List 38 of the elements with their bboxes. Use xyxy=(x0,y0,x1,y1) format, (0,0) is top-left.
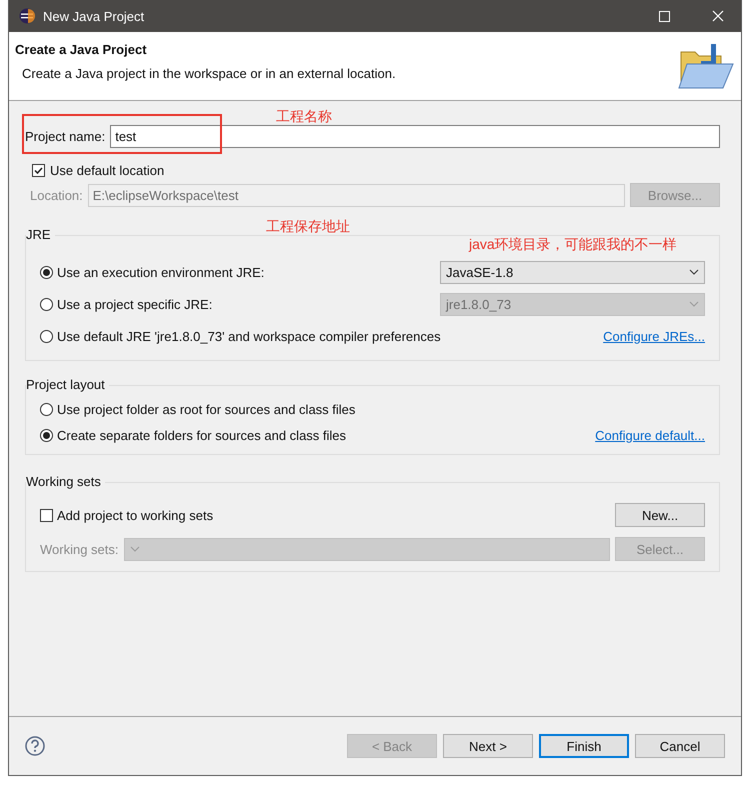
dialog-button[interactable]: Cancel xyxy=(635,734,725,758)
radio-button[interactable] xyxy=(40,330,53,342)
annotation-text: java环境目录，可能跟我的不一样 xyxy=(469,236,677,252)
checkbox-label: Add project to working sets xyxy=(57,508,214,522)
radio-label: Create separate folders for sources and class files xyxy=(57,428,348,442)
caret-icon xyxy=(130,546,140,552)
page-title: Create a Java Project xyxy=(15,42,148,57)
project-name-field[interactable]: test xyxy=(110,125,720,148)
close-icon[interactable] xyxy=(712,10,724,22)
radio-button[interactable] xyxy=(40,428,53,442)
field-label: Project name: xyxy=(25,129,106,144)
group-title: Project layout xyxy=(26,377,109,392)
radio-button[interactable] xyxy=(40,402,53,416)
annotation-text: 工程保存地址 xyxy=(266,218,350,234)
radio-button[interactable] xyxy=(40,266,53,278)
radio-label: Use an execution environment JRE: xyxy=(57,264,266,280)
radio-label: Use a project specific JRE: xyxy=(57,296,214,312)
group-title: Working sets xyxy=(26,474,105,489)
caret-icon xyxy=(689,301,699,307)
eclipse-icon xyxy=(19,8,35,24)
dialog-button[interactable]: Finish xyxy=(539,734,629,758)
group-title: JRE xyxy=(26,227,55,242)
page-description: Create a Java project in the workspace or in an external location. xyxy=(21,66,397,81)
caret-icon xyxy=(689,269,699,275)
jre-dropdown[interactable]: JavaSE-1.8 xyxy=(440,260,705,284)
checkbox-label: Use default location xyxy=(50,163,164,178)
field-label: Location: xyxy=(30,188,83,202)
configure-link[interactable]: Configure default... xyxy=(595,428,705,442)
configure-link[interactable]: Configure JREs... xyxy=(603,328,705,344)
field-label: Working sets: xyxy=(40,542,119,556)
checkbox[interactable] xyxy=(32,164,45,177)
radio-label: Use default JRE 'jre1.8.0_73' and workspace compiler preferences xyxy=(57,328,442,344)
window-title: New Java Project xyxy=(43,8,146,24)
radio-label: Use project folder as root for sources and class files xyxy=(57,402,356,416)
maximize-icon[interactable] xyxy=(658,10,670,22)
help-icon[interactable] xyxy=(25,736,45,756)
annotation-text: 工程名称 xyxy=(276,108,332,124)
dialog-button[interactable]: Next > xyxy=(443,734,533,758)
